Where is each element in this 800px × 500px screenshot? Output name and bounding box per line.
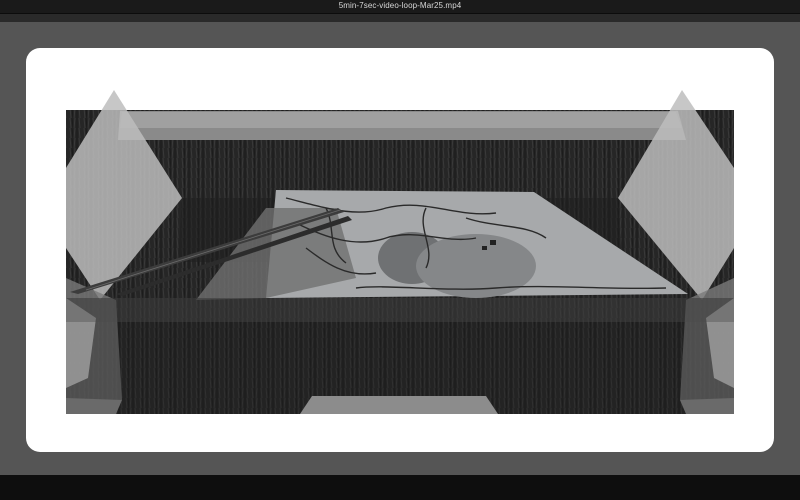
window-title: 5min-7sec-video-loop-Mar25.mp4	[338, 1, 462, 10]
box-rim-highlight	[120, 112, 682, 128]
paper-mark-2	[482, 246, 487, 250]
paper-mark-1	[490, 240, 496, 245]
video-frame[interactable]	[26, 48, 774, 452]
bottom-left-patch	[66, 398, 122, 414]
bottom-right-patch	[680, 398, 734, 414]
front-rim-band	[66, 298, 734, 322]
video-scene	[66, 90, 734, 414]
title-bar: 5min-7sec-video-loop-Mar25.mp4	[0, 0, 800, 14]
toolbar-strip	[0, 14, 800, 22]
bottom-center-patch	[300, 396, 498, 414]
bottom-bar	[0, 475, 800, 500]
